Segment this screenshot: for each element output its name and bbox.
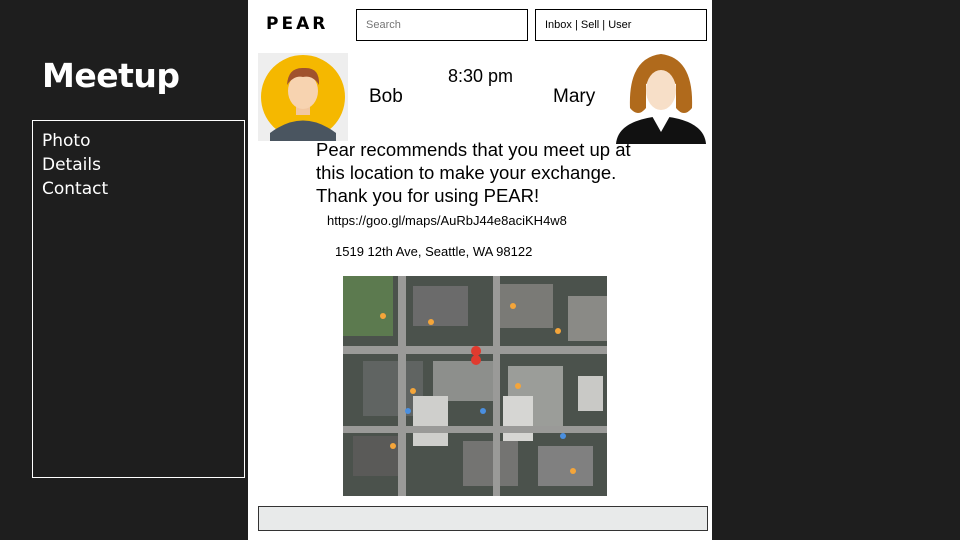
female-avatar-icon bbox=[616, 54, 706, 144]
buyer-name: Bob bbox=[369, 86, 403, 107]
sidebar-list: Photo Details Contact bbox=[33, 121, 244, 201]
map-link[interactable]: https://goo.gl/maps/AuRbJ44e8aciKH4w8 bbox=[327, 213, 567, 228]
sidebar-item-photo[interactable]: Photo bbox=[42, 129, 244, 153]
app-screen: PEAR Inbox | Sell | User 8:30 pm Bob Mar… bbox=[248, 0, 712, 540]
sidebar-item-details[interactable]: Details bbox=[42, 153, 244, 177]
meetup-time: 8:30 pm bbox=[448, 66, 514, 86]
male-avatar-icon bbox=[258, 53, 348, 141]
seller-name: Mary bbox=[553, 86, 596, 107]
map-icon[interactable] bbox=[343, 276, 607, 496]
meetup-message: Pear recommends that you meet up at this… bbox=[316, 139, 631, 206]
sidebar: Photo Details Contact bbox=[32, 120, 245, 478]
pear-logo[interactable]: PEAR bbox=[266, 14, 328, 34]
meetup-address: 1519 12th Ave, Seattle, WA 98122 bbox=[335, 244, 533, 259]
nav-menu[interactable]: Inbox | Sell | User bbox=[535, 9, 707, 41]
search-input[interactable] bbox=[356, 9, 528, 41]
sidebar-item-contact[interactable]: Contact bbox=[42, 177, 244, 201]
page-title: Meetup bbox=[42, 56, 180, 95]
bottom-bar[interactable] bbox=[258, 506, 708, 531]
